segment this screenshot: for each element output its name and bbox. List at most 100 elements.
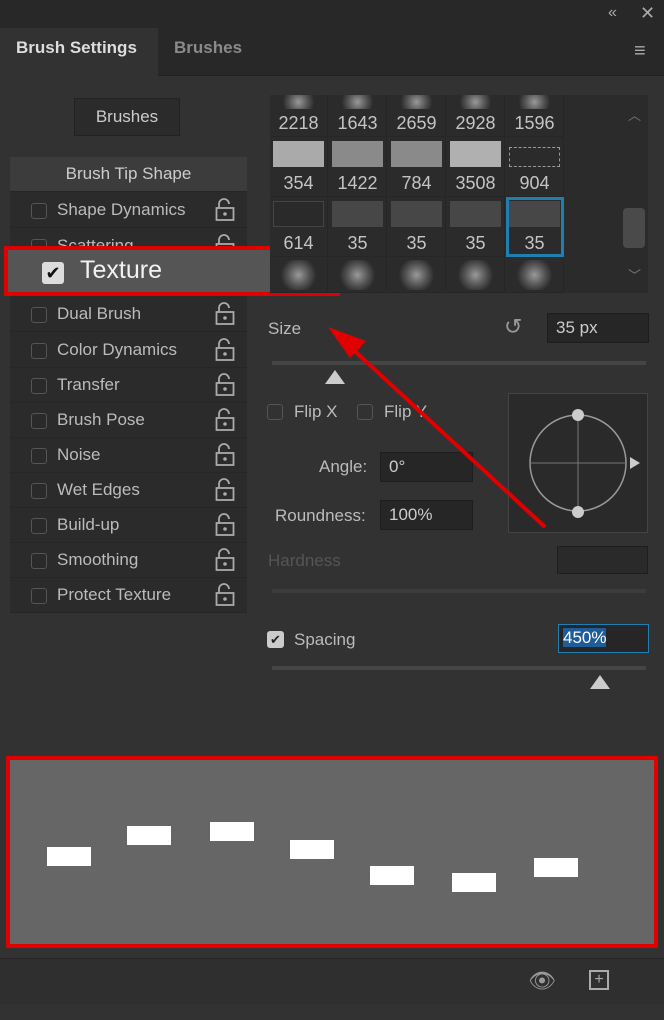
brush-size-label: 1643 [337,113,378,133]
brush-preset[interactable]: 784 [388,137,446,197]
spacing-slider-thumb[interactable] [590,675,610,689]
option-label: Wet Edges [57,480,140,499]
lock-icon[interactable] [215,337,235,361]
hardness-slider [272,589,646,593]
size-slider-thumb[interactable] [325,370,345,384]
brush-tip-thumbnail [391,95,442,109]
brush-preset[interactable]: 354 [270,137,328,197]
spacing-checkbox-checked-icon[interactable]: ✔ [267,631,284,648]
brush-size-label: 1422 [337,173,378,193]
brush-preset[interactable]: 35 [506,197,564,257]
preset-scrollbar[interactable]: ︿ ﹀ [620,95,648,293]
brush-preset[interactable]: 3508 [447,137,505,197]
spacing-input[interactable]: 450% [558,624,649,653]
brush-tip-shape-item[interactable]: Brush Tip Shape [10,157,247,192]
brush-preset[interactable]: 35 [329,197,387,257]
tab-brush-settings[interactable]: Brush Settings [0,28,158,76]
brush-preset[interactable] [270,257,328,293]
texture-label: Texture [80,256,162,284]
brushes-button[interactable]: Brushes [74,98,180,136]
eye-brush-icon[interactable]: 👁 [528,968,556,994]
brush-preset[interactable]: 1422 [329,137,387,197]
brush-preset[interactable]: 35 [447,197,505,257]
brush-tip-thumbnail [450,260,501,290]
lock-icon[interactable] [215,512,235,536]
brush-preset[interactable] [329,257,387,293]
create-new-brush-icon[interactable]: + [589,970,609,990]
brush-preset[interactable]: 614 [270,197,328,257]
option-checkbox[interactable] [31,343,47,359]
brush-preset[interactable]: 2659 [388,95,446,137]
option-checkbox[interactable] [31,588,47,604]
option-label: Build-up [57,515,120,534]
panel-top-strip: « ✕ [0,0,664,28]
collapse-icon[interactable]: « [608,4,617,22]
lock-icon[interactable] [215,477,235,501]
option-wet-edges[interactable]: Wet Edges [10,473,247,508]
option-transfer[interactable]: Transfer [10,368,247,403]
menu-icon[interactable]: ≡ [634,40,646,63]
option-label: Shape Dynamics [57,200,186,219]
option-color-dynamics[interactable]: Color Dynamics [10,333,247,368]
brush-size-label: 2928 [455,113,496,133]
option-protect-texture[interactable]: Protect Texture [10,578,247,613]
lock-icon[interactable] [215,547,235,571]
tab-bar: Brush Settings Brushes ≡ [0,28,664,76]
brush-preset[interactable]: 904 [506,137,564,197]
brush-preset[interactable]: 2218 [270,95,328,137]
option-checkbox[interactable] [31,553,47,569]
option-dual-brush[interactable]: Dual Brush [10,297,247,332]
option-checkbox[interactable] [31,518,47,534]
option-checkbox[interactable] [31,307,47,323]
close-icon[interactable]: ✕ [640,3,655,24]
size-slider[interactable] [272,361,646,365]
brush-tip-thumbnail [450,201,501,227]
lock-icon[interactable] [215,582,235,606]
spacing-slider[interactable] [272,666,646,670]
option-brush-pose[interactable]: Brush Pose [10,403,247,438]
hardness-input [557,546,648,574]
brush-preset[interactable]: 1643 [329,95,387,137]
brush-tip-thumbnail [332,95,383,109]
roundness-input[interactable]: 100% [380,500,473,530]
angle-roundness-widget[interactable] [508,393,648,533]
size-input[interactable]: 35 px [547,313,649,343]
lock-icon[interactable] [215,197,235,221]
scroll-up-icon[interactable]: ︿ [628,105,641,124]
lock-icon[interactable] [215,301,235,325]
brush-size-label: 1596 [514,113,555,133]
option-label: Brush Pose [57,410,145,429]
option-noise[interactable]: Noise [10,438,247,473]
brush-preset[interactable] [447,257,505,293]
option-checkbox[interactable] [31,448,47,464]
option-label: Dual Brush [57,304,142,323]
flip-y-checkbox[interactable] [357,404,373,420]
lock-icon[interactable] [215,372,235,396]
scrollbar-thumb[interactable] [623,208,645,248]
scroll-down-icon[interactable]: ﹀ [628,265,641,284]
angle-input[interactable]: 0° [380,452,473,482]
lock-icon[interactable] [215,407,235,431]
option-build-up[interactable]: Build-up [10,508,247,543]
brush-preset[interactable]: 35 [388,197,446,257]
reset-icon[interactable]: ↺ [504,314,522,340]
tab-brushes[interactable]: Brushes [158,28,258,76]
option-checkbox[interactable] [31,413,47,429]
option-shape-dynamics[interactable]: Shape Dynamics [10,193,247,228]
option-checkbox[interactable] [31,203,47,219]
lock-icon[interactable] [215,442,235,466]
brush-preset[interactable]: 2928 [447,95,505,137]
brush-size-label: 784 [401,173,432,193]
texture-checkbox-checked-icon[interactable]: ✔ [42,262,64,284]
option-checkbox[interactable] [31,378,47,394]
size-label: Size [268,319,302,338]
flip-x-checkbox[interactable] [267,404,283,420]
brush-preset[interactable]: 1596 [506,95,564,137]
brush-preset[interactable] [388,257,446,293]
stroke-preview [6,756,658,948]
option-smoothing[interactable]: Smoothing [10,543,247,578]
stroke-dab [290,840,334,859]
option-checkbox[interactable] [31,483,47,499]
brush-preset[interactable] [506,257,564,293]
stroke-dab [370,866,414,885]
